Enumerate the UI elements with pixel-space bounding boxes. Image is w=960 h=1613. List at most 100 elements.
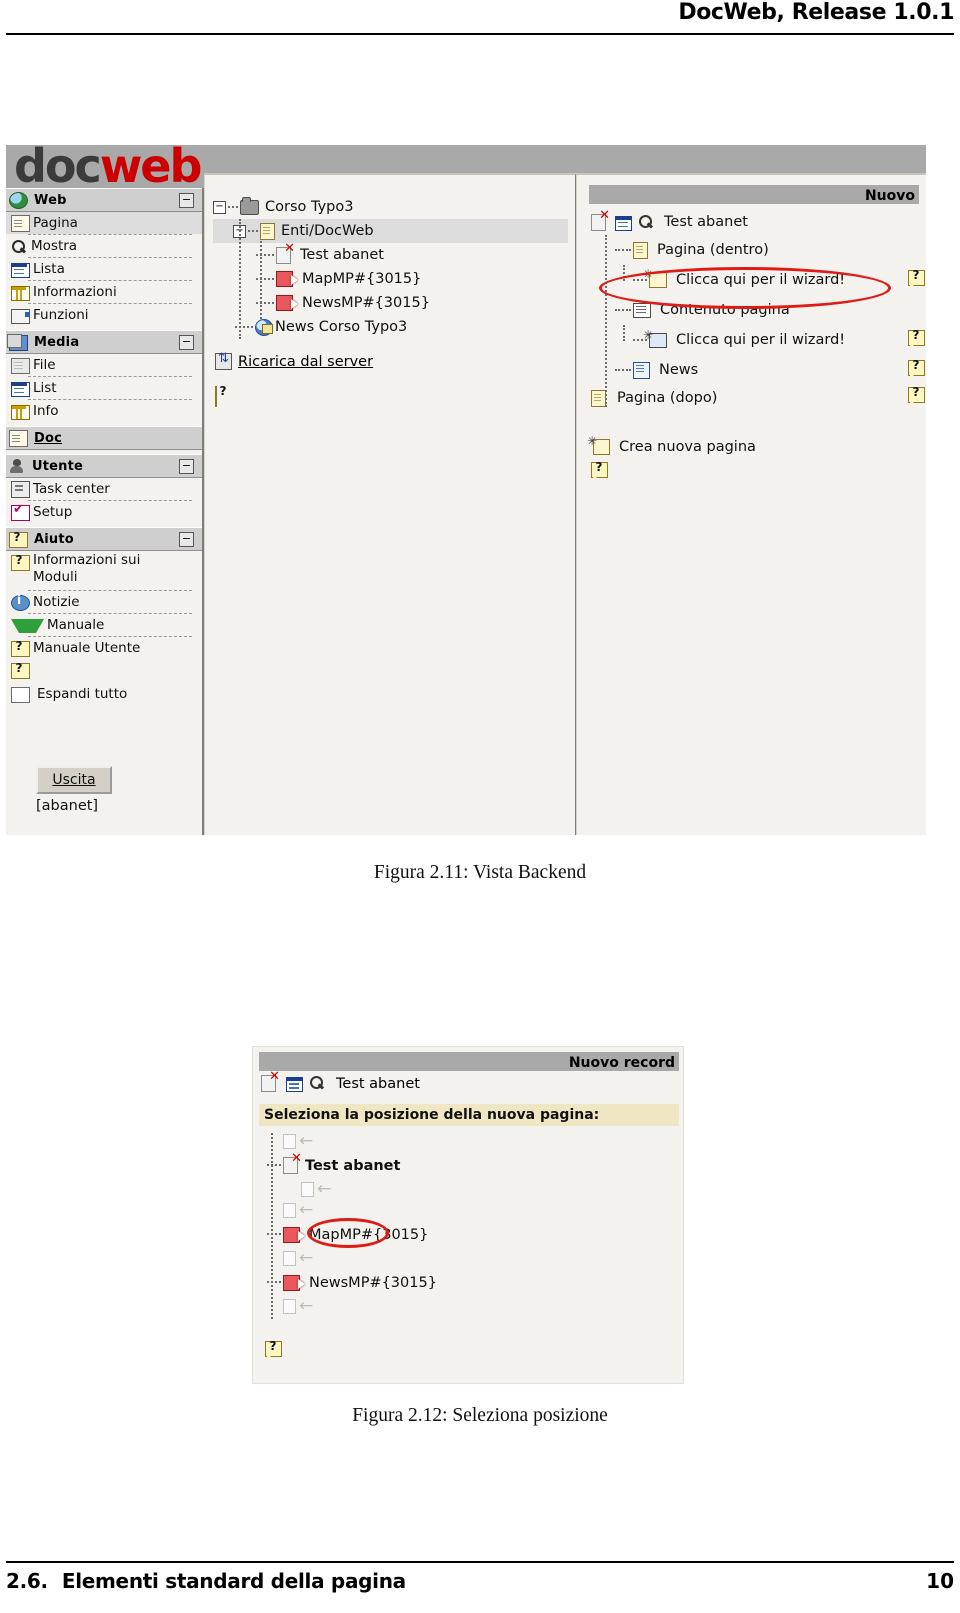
- tree-node-label: Corso Typo3: [265, 199, 354, 215]
- new-panel-help-button[interactable]: [591, 455, 925, 485]
- new-row-wizard-contenuto[interactable]: Clicca qui per il wizard!: [591, 325, 925, 355]
- menu-item-manuale[interactable]: Manuale: [6, 614, 202, 636]
- create-page-label: Crea nuova pagina: [619, 439, 756, 455]
- tree-node-corso-typo3[interactable]: − Corso Typo3: [213, 195, 568, 219]
- menu-item-pagina[interactable]: Pagina: [6, 212, 202, 234]
- search-icon[interactable]: [309, 1076, 324, 1091]
- help-icon: [215, 386, 217, 407]
- user-icon: [9, 459, 26, 474]
- position-slot[interactable]: ←: [265, 1200, 665, 1221]
- tree-vline: [271, 1133, 273, 1319]
- position-slot[interactable]: ←: [265, 1248, 665, 1269]
- help-icon[interactable]: [908, 328, 925, 349]
- slot-group[interactable]: ←: [283, 1298, 313, 1315]
- menu-item-informazioni[interactable]: Informazioni: [6, 281, 202, 303]
- menu-item-label: Funzioni: [33, 306, 89, 323]
- position-slot-selected[interactable]: ←: [265, 1179, 665, 1200]
- menu-item-setup[interactable]: Setup: [6, 501, 202, 523]
- help-icon[interactable]: [908, 385, 925, 406]
- figure-select-position: Nuovo record Test abanet Seleziona la po…: [252, 1046, 684, 1384]
- position-node-test-abanet[interactable]: Test abanet: [265, 1151, 665, 1179]
- menu-item-list[interactable]: List: [6, 377, 202, 399]
- menu-item-lista[interactable]: Lista: [6, 258, 202, 280]
- menu-item-funzioni[interactable]: Funzioni: [6, 304, 202, 326]
- page-deleted-icon[interactable]: [261, 1069, 280, 1092]
- menu-group-media[interactable]: Media −: [6, 330, 202, 354]
- fig2-record-row[interactable]: Test abanet: [261, 1069, 420, 1092]
- create-new-page-link[interactable]: Crea nuova pagina: [587, 411, 925, 455]
- tree-node-mapmp[interactable]: MapMP#{3015}: [213, 267, 568, 291]
- collapse-toggle[interactable]: −: [179, 459, 194, 474]
- new-row-news[interactable]: News: [591, 355, 925, 385]
- tree-node-test-abanet[interactable]: Test abanet: [213, 241, 568, 267]
- task-icon: [11, 481, 30, 498]
- shortcut-icon: [283, 1226, 300, 1243]
- menu-item-informazioni-moduli[interactable]: Informazioni sui Moduli: [6, 551, 202, 590]
- figure-backend-view: docweb Web − Pagina Mostra Lista Informa…: [6, 145, 926, 835]
- tree-node-label: News Corso Typo3: [275, 319, 408, 335]
- menu-group-aiuto[interactable]: Aiuto −: [6, 527, 202, 551]
- position-node-label: Test abanet: [305, 1157, 401, 1174]
- slot-group[interactable]: ←: [283, 1202, 313, 1219]
- expand-all-row[interactable]: Espandi tutto: [6, 683, 202, 705]
- shortcut-icon: [276, 295, 293, 311]
- menu-item-manuale-utente[interactable]: Manuale Utente: [6, 637, 202, 659]
- collapse-toggle[interactable]: −: [179, 532, 194, 547]
- reload-from-server-link[interactable]: Ricarica dal server: [215, 351, 373, 370]
- arrow-left-icon: ←: [299, 1131, 314, 1151]
- news-globe-icon: [255, 318, 273, 336]
- tree-node-news-corso-typo3[interactable]: News Corso Typo3: [213, 315, 568, 339]
- new-row-pagina-dopo[interactable]: Pagina (dopo): [591, 385, 925, 411]
- menu-group-label: Doc: [34, 430, 63, 446]
- menu-group-utente[interactable]: Utente −: [6, 454, 202, 478]
- slot-group[interactable]: ←: [283, 1250, 313, 1267]
- help-icon[interactable]: [908, 268, 925, 289]
- wizard-content-icon: [643, 328, 667, 348]
- collapse-toggle[interactable]: −: [179, 335, 194, 350]
- list-icon[interactable]: [286, 1077, 303, 1092]
- menu-group-web[interactable]: Web −: [6, 188, 202, 212]
- tree-node-enti-docweb[interactable]: − Enti/DocWeb: [213, 219, 568, 243]
- logo-part-web: web: [99, 145, 203, 193]
- new-panel-title: Nuovo: [864, 188, 915, 204]
- arrow-left-icon: ←: [317, 1179, 332, 1199]
- position-slot[interactable]: ←: [265, 1131, 665, 1152]
- menu-group-doc[interactable]: Doc: [6, 426, 202, 450]
- checkbox-icon[interactable]: [11, 687, 30, 703]
- position-node-label: NewsMP#{3015}: [309, 1274, 437, 1291]
- menu-item-info[interactable]: Info: [6, 400, 202, 422]
- fig2-help-button[interactable]: [265, 1317, 665, 1360]
- new-panel-record-row[interactable]: Test abanet: [591, 208, 925, 235]
- module-menu: Web − Pagina Mostra Lista Informazioni F…: [6, 188, 204, 835]
- menu-item-file[interactable]: File: [6, 354, 202, 376]
- position-slot[interactable]: ←: [265, 1296, 665, 1317]
- help-icon[interactable]: [908, 358, 925, 379]
- columns-icon: [11, 285, 30, 301]
- columns-icon: [11, 404, 30, 420]
- search-icon: [11, 239, 28, 254]
- menu-item-task-center[interactable]: Task center: [6, 478, 202, 500]
- expander-toggle[interactable]: −: [213, 200, 226, 214]
- collapse-toggle[interactable]: −: [179, 193, 194, 208]
- slot-group[interactable]: ←: [301, 1179, 332, 1199]
- page-number: 10: [926, 1569, 954, 1593]
- tree-help-button[interactable]: [215, 386, 217, 407]
- page-deleted-icon[interactable]: [591, 208, 610, 231]
- menu-help-icon-row[interactable]: [6, 659, 202, 681]
- tree-node-newsmp[interactable]: NewsMP#{3015}: [213, 291, 568, 315]
- annotation-ellipse: [307, 1218, 389, 1248]
- logout-button[interactable]: Uscita: [36, 766, 112, 794]
- slot-group[interactable]: ←: [283, 1131, 314, 1151]
- fig2-titlebar: Nuovo record: [259, 1052, 679, 1071]
- page-tree-panel: − Corso Typo3 − Enti/DocWeb Test abanet …: [204, 173, 577, 835]
- list-icon[interactable]: [615, 215, 632, 231]
- new-row-pagina-dentro[interactable]: Pagina (dentro): [591, 235, 925, 265]
- position-node-newsmp[interactable]: NewsMP#{3015}: [265, 1269, 665, 1296]
- tree-node-label: NewsMP#{3015}: [302, 295, 430, 311]
- menu-item-mostra[interactable]: Mostra: [6, 235, 202, 257]
- search-icon[interactable]: [638, 214, 653, 230]
- menu-item-notizie[interactable]: Notizie: [6, 591, 202, 613]
- help-icon[interactable]: [11, 661, 30, 679]
- new-record-panel: Nuovo Test abanet Pagina (dentro) Clicca…: [576, 173, 926, 835]
- tree-connector: [267, 1233, 281, 1236]
